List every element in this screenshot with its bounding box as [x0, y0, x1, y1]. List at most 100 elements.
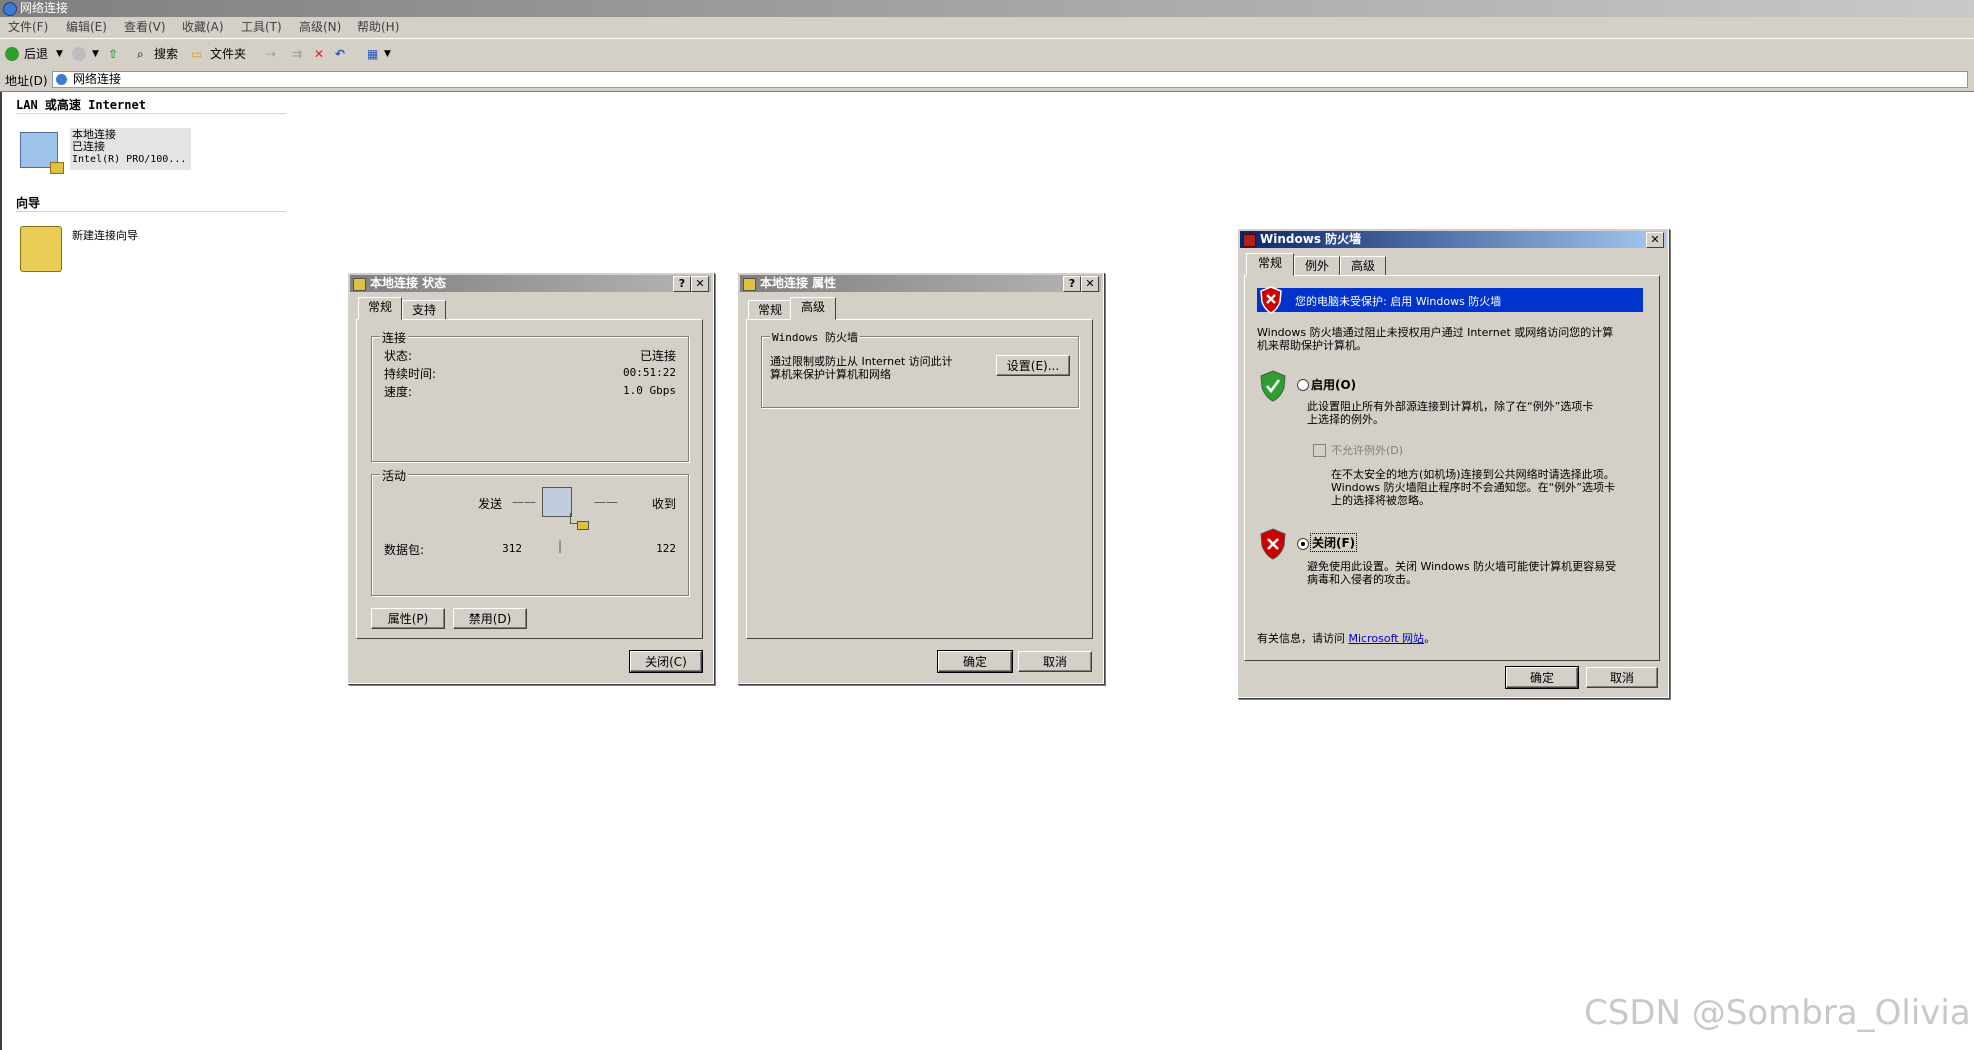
menu-favorites[interactable]: 收藏(A) [182, 17, 224, 38]
window-title-bar[interactable]: 网络连接 [0, 0, 1974, 17]
move-to-icon[interactable]: ⇢ [266, 45, 276, 63]
tab-general[interactable]: 常规 [748, 300, 792, 320]
tab-advanced[interactable]: 高级 [1340, 256, 1386, 276]
more-info-suffix: 。 [1424, 632, 1436, 645]
connection-group: 连接 状态: 已连接 持续时间: 00:51:22 速度: 1.0 Gbps [371, 329, 689, 462]
folders-button[interactable]: 文件夹 [210, 45, 246, 63]
connection-icon [353, 278, 366, 291]
properties-dialog-title-bar[interactable]: 本地连接 属性 ? ✕ [740, 275, 1101, 292]
banner-text: 您的电脑未受保护: 启用 Windows 防火墙 [1295, 295, 1502, 308]
firewall-off-label[interactable]: 关闭(F) [1309, 533, 1358, 552]
received-line: —— [594, 495, 618, 509]
menu-tools[interactable]: 工具(T) [241, 17, 282, 38]
activity-group: 活动 发送 —— —— 收到 数据包: 312 | 122 [371, 467, 689, 596]
activity-plug-icon [577, 521, 589, 530]
duration-label: 持续时间: [384, 367, 437, 381]
status-tab-panel: 连接 状态: 已连接 持续时间: 00:51:22 速度: 1.0 Gbps 活… [356, 319, 703, 639]
tab-support[interactable]: 支持 [402, 300, 446, 320]
undo-icon[interactable]: ↶ [335, 45, 345, 63]
folder-icon[interactable]: ▭ [191, 45, 202, 63]
address-input[interactable]: 网络连接 [52, 71, 1968, 88]
status-dialog-title-bar[interactable]: 本地连接 状态 ? ✕ [350, 275, 711, 292]
toolbar: 后退 ▼ ▼ ⇧ ⌕ 搜索 ▭ 文件夹 ⇢ ⇉ ✕ ↶ ▦ ▼ [0, 38, 1974, 70]
close-icon[interactable]: ✕ [1081, 276, 1099, 292]
connection-device: Intel(R) PRO/100... [72, 154, 187, 165]
ok-button[interactable]: 确定 [937, 650, 1013, 673]
green-shield-icon [1260, 370, 1286, 402]
back-dropdown-icon[interactable]: ▼ [56, 45, 63, 63]
close-button[interactable]: 关闭(C) [629, 650, 703, 673]
status-dialog-title: 本地连接 状态 [370, 276, 447, 290]
packets-label: 数据包: [384, 543, 425, 557]
disable-button[interactable]: 禁用(D) [453, 608, 527, 629]
forward-dropdown-icon[interactable]: ▼ [92, 45, 99, 63]
up-folder-icon[interactable]: ⇧ [108, 45, 118, 63]
new-connection-wizard-item[interactable]: 新建连接向导 [16, 224, 156, 272]
network-activity-icon [542, 487, 572, 517]
delete-icon[interactable]: ✕ [314, 45, 324, 63]
firewall-off-radio[interactable] [1297, 538, 1309, 550]
search-icon[interactable]: ⌕ [137, 45, 144, 63]
firewall-on-label[interactable]: 启用(O) [1311, 376, 1356, 393]
no-exceptions-label[interactable]: 不允许例外(D) [1331, 442, 1403, 458]
duration-value: 00:51:22 [623, 366, 676, 379]
status-dialog: 本地连接 状态 ? ✕ 常规 支持 连接 状态: 已连接 持续时间: 00:51… [347, 272, 714, 684]
cancel-button[interactable]: 取消 [1018, 651, 1092, 672]
connection-status: 已连接 [72, 140, 105, 153]
properties-dialog-title: 本地连接 属性 [760, 276, 837, 290]
close-icon[interactable]: ✕ [1646, 232, 1664, 248]
firewall-settings-button[interactable]: 设置(E)... [996, 355, 1070, 376]
tab-general[interactable]: 常规 [1246, 253, 1294, 276]
microsoft-website-link[interactable]: Microsoft 网站 [1349, 632, 1425, 645]
forward-arrow-icon[interactable] [72, 47, 86, 61]
ok-button[interactable]: 确定 [1505, 666, 1579, 689]
off-description-line2: 病毒和入侵者的攻击。 [1307, 573, 1417, 586]
firewall-on-radio[interactable] [1297, 379, 1309, 391]
status-label: 状态: [384, 349, 413, 363]
red-shield-icon [1260, 286, 1282, 314]
menu-file[interactable]: 文件(F) [8, 17, 48, 38]
sent-label: 发送 [478, 497, 503, 511]
views-dropdown-icon[interactable]: ▼ [384, 45, 391, 63]
watermark: CSDN @Sombra_Olivia [1584, 993, 1971, 1033]
received-label: 收到 [651, 497, 676, 511]
help-button[interactable]: ? [673, 276, 691, 292]
firewall-tab-panel: 您的电脑未受保护: 启用 Windows 防火墙 Windows 防火墙通过阻止… [1244, 275, 1660, 661]
help-button[interactable]: ? [1063, 276, 1081, 292]
local-connection-item[interactable]: 本地连接 已连接 Intel(R) PRO/100... [16, 128, 191, 180]
close-icon[interactable]: ✕ [691, 276, 709, 292]
more-info-prefix: 有关信息，请访问 [1257, 632, 1345, 645]
packets-divider: | [558, 539, 563, 553]
menu-bar: 文件(F) 编辑(E) 查看(V) 收藏(A) 工具(T) 高级(N) 帮助(H… [0, 17, 1974, 39]
wizard-label: 新建连接向导 [72, 229, 138, 242]
connection-plug-icon [50, 162, 64, 174]
status-value: 已连接 [639, 349, 676, 363]
properties-button[interactable]: 属性(P) [371, 608, 445, 629]
activity-group-label: 活动 [380, 467, 409, 484]
back-button[interactable]: 后退 [24, 45, 48, 63]
menu-edit[interactable]: 编辑(E) [66, 17, 107, 38]
tab-exceptions[interactable]: 例外 [1294, 256, 1340, 276]
search-button[interactable]: 搜索 [154, 45, 178, 63]
menu-view[interactable]: 查看(V) [124, 17, 166, 38]
menu-advanced[interactable]: 高级(N) [299, 17, 341, 38]
packets-received-value: 122 [656, 542, 676, 555]
on-description-line2: 上选择的例外。 [1307, 413, 1384, 426]
tab-advanced[interactable]: 高级 [790, 297, 836, 320]
tab-general[interactable]: 常规 [358, 297, 402, 320]
network-icon [56, 74, 67, 85]
firewall-icon [1243, 234, 1256, 247]
copy-to-icon[interactable]: ⇉ [292, 45, 302, 63]
red-shield-icon [1260, 528, 1286, 560]
cancel-button[interactable]: 取消 [1586, 667, 1658, 688]
network-icon [3, 2, 17, 16]
firewall-group: Windows 防火墙 通过限制或防止从 Internet 访问此计 算机来保护… [761, 329, 1079, 408]
no-exceptions-checkbox[interactable] [1313, 444, 1326, 457]
properties-tab-panel: Windows 防火墙 通过限制或防止从 Internet 访问此计 算机来保护… [746, 319, 1093, 639]
views-icon[interactable]: ▦ [367, 45, 378, 63]
speed-label: 速度: [384, 385, 413, 399]
firewall-dialog-title-bar[interactable]: Windows 防火墙 ✕ [1240, 231, 1666, 248]
menu-help[interactable]: 帮助(H) [357, 17, 399, 38]
unprotected-banner: 您的电脑未受保护: 启用 Windows 防火墙 [1257, 286, 1643, 314]
back-arrow-icon[interactable] [5, 47, 19, 61]
